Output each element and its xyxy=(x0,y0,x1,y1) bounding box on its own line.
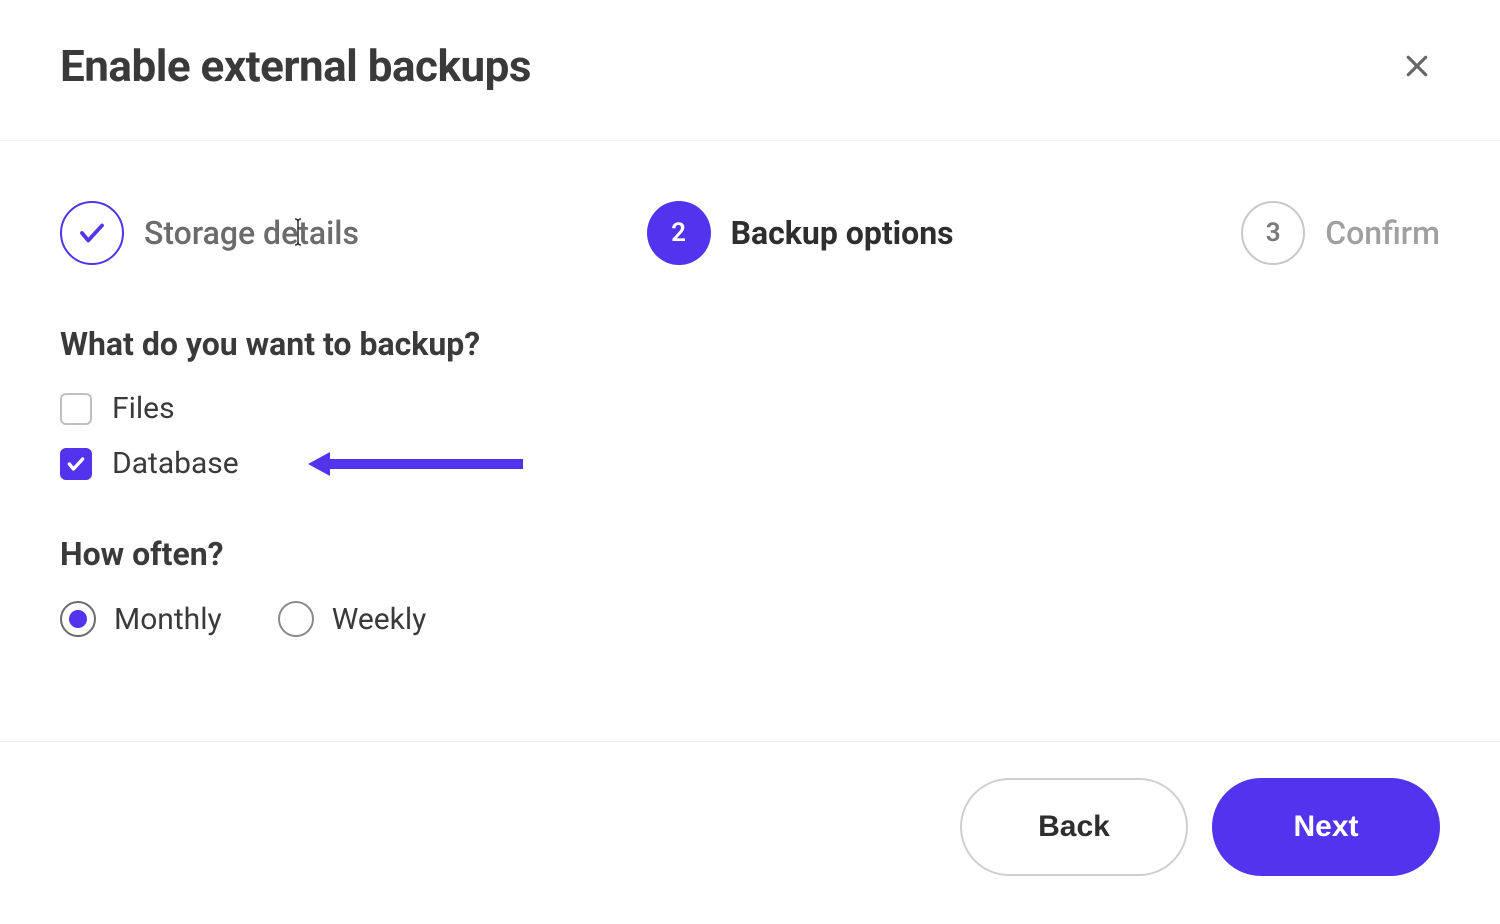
back-button[interactable]: Back xyxy=(960,778,1188,876)
radio-indicator xyxy=(60,601,96,637)
modal-title: Enable external backups xyxy=(60,40,531,92)
modal-footer: Back Next xyxy=(0,741,1500,924)
next-button[interactable]: Next xyxy=(1212,778,1440,876)
checkbox-files[interactable] xyxy=(60,393,92,425)
step-label: Storage details xyxy=(144,214,359,252)
close-icon xyxy=(1402,51,1432,81)
radio-monthly[interactable]: Monthly xyxy=(60,601,222,637)
stepper: Storage details 2 Backup options 3 Confi… xyxy=(60,201,1440,265)
radio-label: Monthly xyxy=(114,602,222,637)
step-backup-options[interactable]: 2 Backup options xyxy=(647,201,954,265)
radio-label: Weekly xyxy=(332,602,427,637)
step-label: Backup options xyxy=(731,214,954,252)
step-label: Confirm xyxy=(1325,214,1440,252)
section-title: How often? xyxy=(60,535,1440,573)
checkmark-icon xyxy=(77,218,107,248)
section-title: What do you want to backup? xyxy=(60,325,1440,363)
modal-header: Enable external backups xyxy=(0,0,1500,141)
checkmark-icon xyxy=(66,454,86,474)
what-to-backup-section: What do you want to backup? Files Databa… xyxy=(60,325,1440,481)
step-done-indicator xyxy=(60,201,124,265)
option-label: Files xyxy=(112,391,175,426)
step-confirm: 3 Confirm xyxy=(1241,201,1440,265)
option-files[interactable]: Files xyxy=(60,391,1440,426)
modal-body: Storage details 2 Backup options 3 Confi… xyxy=(0,141,1500,741)
option-database[interactable]: Database xyxy=(60,446,1440,481)
step-upcoming-indicator: 3 xyxy=(1241,201,1305,265)
step-active-indicator: 2 xyxy=(647,201,711,265)
option-label: Database xyxy=(112,446,239,481)
radio-weekly[interactable]: Weekly xyxy=(278,601,427,637)
checkbox-database[interactable] xyxy=(60,448,92,480)
modal-enable-external-backups: Enable external backups Storage details … xyxy=(0,0,1500,924)
close-button[interactable] xyxy=(1394,43,1440,89)
frequency-options: Monthly Weekly xyxy=(60,601,1440,637)
how-often-section: How often? Monthly Weekly xyxy=(60,535,1440,637)
step-storage-details[interactable]: Storage details xyxy=(60,201,359,265)
radio-indicator xyxy=(278,601,314,637)
annotation-arrow xyxy=(308,452,523,476)
